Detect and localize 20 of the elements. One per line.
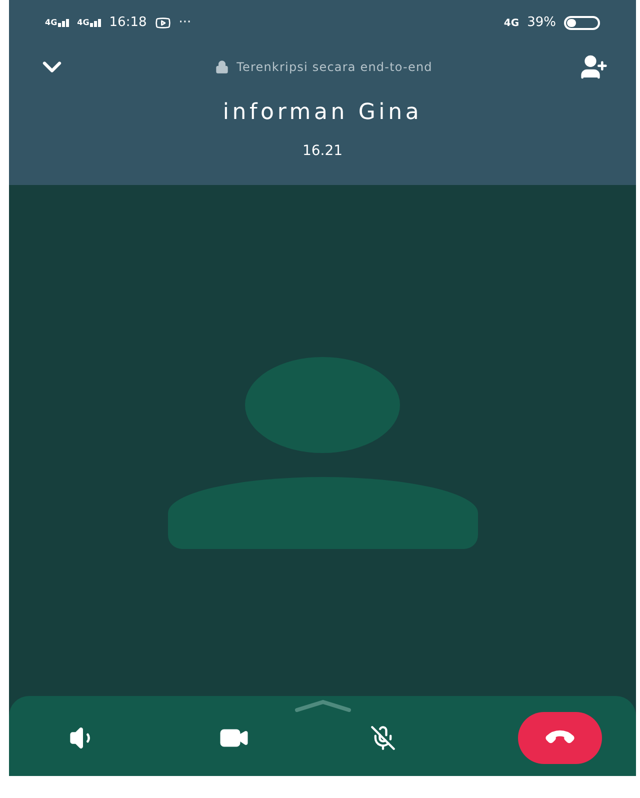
mute-button[interactable] (370, 725, 396, 751)
expand-handle[interactable] (294, 700, 350, 712)
network-type: 4G (504, 16, 520, 30)
lock-icon (214, 60, 229, 74)
microphone-off-icon (370, 725, 396, 751)
clock-time: 16:18 (109, 14, 147, 32)
chevron-up-icon (294, 700, 350, 712)
add-person-icon (580, 53, 608, 81)
encryption-notice: Terenkripsi secara end-to-end (236, 59, 432, 76)
video-app-icon (154, 15, 171, 31)
signal-indicator: 4G (77, 19, 102, 27)
end-call-button[interactable] (518, 712, 602, 764)
more-notifications: ··· (178, 14, 192, 32)
signal-indicator: 4G (45, 19, 70, 27)
battery-icon (564, 16, 600, 30)
add-participant-button[interactable] (580, 53, 608, 81)
avatar-silhouette-icon (168, 356, 478, 548)
contact-name: informan Gina (222, 99, 422, 127)
battery-percentage: 39% (527, 14, 556, 32)
call-duration: 16.21 (302, 142, 343, 161)
